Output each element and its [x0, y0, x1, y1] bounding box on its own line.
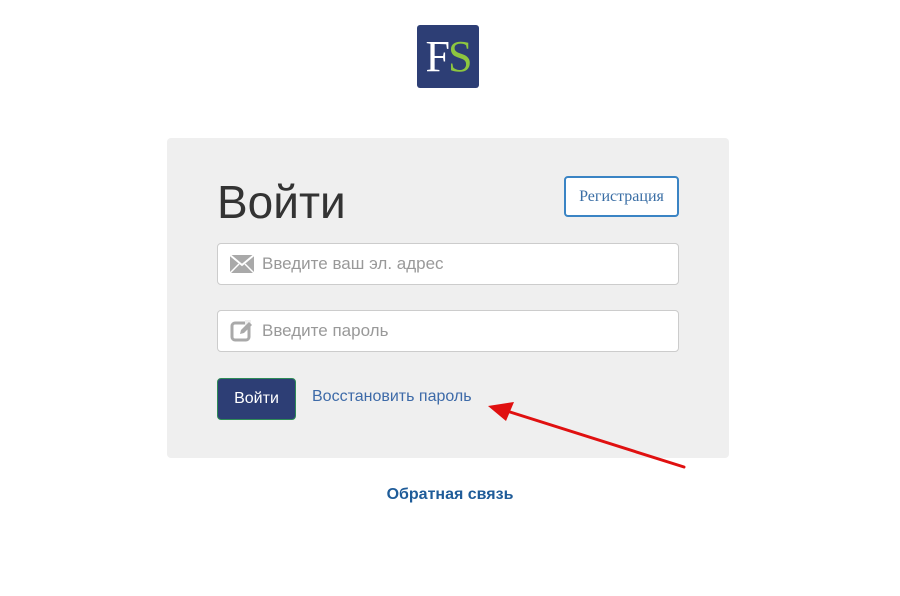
register-button[interactable]: Регистрация [564, 176, 679, 217]
password-field-wrapper [217, 310, 679, 352]
red-arrow-annotation [488, 402, 686, 469]
page-title: Войти [217, 176, 346, 228]
login-button[interactable]: Войти [217, 378, 296, 420]
password-input[interactable] [262, 311, 678, 351]
login-page: FS Войти Регистрация Введите ваш эл. адр… [0, 0, 900, 596]
feedback-link[interactable]: Обратная связь [387, 486, 514, 503]
forgot-password-link[interactable]: Восстановить пароль [312, 388, 472, 406]
logo-letter-s: S [448, 31, 473, 81]
email-field-wrapper [217, 243, 679, 285]
edit-icon [230, 319, 254, 343]
feedback-link-row: Обратная связь [0, 486, 900, 504]
fs-logo[interactable]: FS [417, 25, 479, 88]
email-input[interactable] [262, 244, 678, 284]
envelope-icon [230, 252, 254, 276]
logo-letter-f: F [425, 31, 451, 81]
